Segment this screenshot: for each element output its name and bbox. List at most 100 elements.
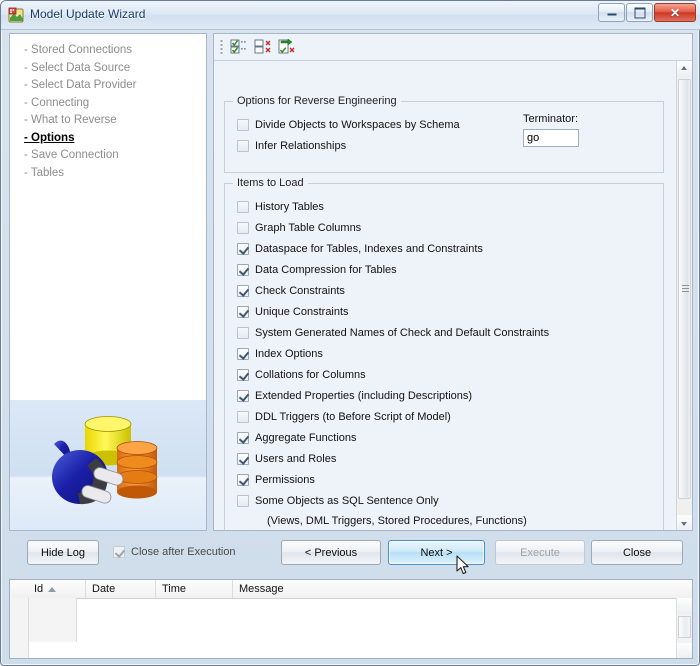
log-scrollbar-thumb[interactable] [678, 616, 691, 638]
item-to-load-box-13[interactable] [237, 473, 249, 486]
item-to-load-box-7[interactable] [237, 347, 249, 360]
toolbar-grip[interactable] [220, 39, 223, 56]
item-to-load-5[interactable]: Unique Constraints [237, 303, 349, 320]
item-to-load-box-4[interactable] [237, 284, 249, 297]
wizard-step-4: - What to Reverse [24, 114, 117, 126]
item-to-load-3[interactable]: Data Compression for Tables [237, 261, 397, 278]
log-row-header-column [10, 598, 29, 658]
item-to-load-box-11[interactable] [237, 431, 249, 444]
column-header-time[interactable]: Time [156, 580, 233, 598]
previous-button[interactable]: < Previous [281, 540, 381, 565]
item-to-load-8[interactable]: Collations for Columns [237, 366, 366, 383]
scrollbar-thumb[interactable] [678, 79, 691, 499]
close-after-execution-box[interactable] [113, 546, 125, 558]
log-empty-row [29, 598, 77, 642]
item-to-load-label-7: Index Options [255, 347, 323, 360]
reverse-option-label-1: Infer Relationships [255, 139, 347, 152]
uncheck-all-icon[interactable] [252, 37, 274, 57]
close-after-execution-label: Close after Execution [131, 546, 236, 558]
check-all-icon[interactable] [228, 37, 250, 57]
wizard-step-1: - Select Data Source [24, 61, 131, 74]
item-to-load-label-4: Check Constraints [255, 284, 345, 297]
invert-selection-icon[interactable] [276, 37, 298, 57]
column-header-id[interactable]: Id [28, 580, 86, 598]
item-to-load-0[interactable]: History Tables [237, 198, 324, 215]
item-to-load-box-9[interactable] [237, 389, 249, 402]
item-to-load-label-11: Aggregate Functions [255, 431, 357, 444]
hide-log-button[interactable]: Hide Log [27, 540, 99, 565]
items-to-load-group: Items to Load History Tables Graph Table … [224, 177, 664, 530]
item-to-load-label-13: Permissions [255, 473, 315, 486]
wizard-step-6: - Save Connection [24, 149, 119, 161]
item-to-load-4[interactable]: Check Constraints [237, 282, 345, 299]
item-to-load-6[interactable]: System Generated Names of Check and Defa… [237, 324, 549, 341]
options-content-panel: Options for Reverse Engineering Divide O… [213, 33, 693, 531]
column-header-message[interactable]: Message [233, 580, 692, 598]
scroll-up-arrow[interactable] [677, 61, 692, 77]
log-grid: Id Date Time Message [9, 579, 693, 659]
item-to-load-14[interactable]: Some Objects as SQL Sentence Only [237, 492, 439, 509]
terminator-label: Terminator: [523, 113, 579, 125]
item-to-load-label-14: Some Objects as SQL Sentence Only [255, 494, 439, 507]
database-plug-illustration [10, 400, 206, 530]
item-to-load-label-10: DDL Triggers (to Before Script of Model) [255, 410, 451, 423]
execute-button: Execute [495, 540, 585, 565]
wizard-steps-list: - Stored Connections - Select Data Source… [24, 42, 204, 182]
wizard-step-5: - Options [24, 131, 75, 144]
dialog-button-bar: Hide Log Close after Execution < Previou… [9, 535, 693, 573]
item-to-load-box-5[interactable] [237, 305, 249, 318]
item-to-load-box-14[interactable] [237, 494, 249, 507]
item-to-load-box-3[interactable] [237, 263, 249, 276]
next-button[interactable]: Next > [388, 540, 485, 565]
reverse-option-box-1[interactable] [237, 139, 249, 152]
close-window-button[interactable] [654, 3, 696, 22]
item-to-load-13[interactable]: Permissions [237, 471, 315, 488]
item-to-load-7[interactable]: Index Options [237, 345, 323, 362]
close-button[interactable]: Close [591, 540, 683, 565]
reverse-option-box-0[interactable] [237, 118, 249, 131]
reverse-engineering-group-title: Options for Reverse Engineering [233, 95, 401, 107]
item-to-load-label-9: Extended Properties (including Descripti… [255, 389, 473, 402]
item-to-load-box-1[interactable] [237, 221, 249, 234]
log-scrollbar[interactable] [676, 598, 692, 658]
item-to-load-box-6[interactable] [237, 326, 249, 339]
terminator-input[interactable] [523, 129, 579, 147]
window-title: Model Update Wizard [30, 7, 146, 21]
item-to-load-label-3: Data Compression for Tables [255, 263, 397, 276]
item-to-load-label-2: Dataspace for Tables, Indexes and Constr… [255, 242, 483, 255]
item-to-load-2[interactable]: Dataspace for Tables, Indexes and Constr… [237, 240, 483, 257]
item-to-load-label-0: History Tables [255, 200, 324, 213]
item-to-load-11[interactable]: Aggregate Functions [237, 429, 357, 446]
reverse-option-0[interactable]: Divide Objects to Workspaces by Schema [237, 116, 460, 133]
title-bar: Model Update Wizard [1, 1, 700, 30]
some-objects-sub-note: (Views, DML Triggers, Stored Procedures,… [267, 515, 527, 527]
minimize-button[interactable] [598, 3, 625, 22]
item-to-load-1[interactable]: Graph Table Columns [237, 219, 361, 236]
selection-toolbar [214, 34, 692, 61]
item-to-load-label-5: Unique Constraints [255, 305, 349, 318]
wizard-icon [8, 7, 24, 23]
close-after-execution-checkbox[interactable]: Close after Execution [113, 546, 236, 558]
model-update-wizard-window: Model Update Wizard - Stored Connections… [0, 0, 700, 666]
log-scroll-down-arrow[interactable] [677, 643, 692, 658]
wizard-step-3: - Connecting [24, 96, 90, 109]
log-scroll-up-arrow[interactable] [677, 598, 692, 614]
wizard-step-7: - Tables [24, 166, 65, 179]
item-to-load-label-1: Graph Table Columns [255, 221, 362, 234]
reverse-option-label-0: Divide Objects to Workspaces by Schema [255, 118, 460, 131]
item-to-load-9[interactable]: Extended Properties (including Descripti… [237, 387, 472, 404]
item-to-load-12[interactable]: Users and Roles [237, 450, 336, 467]
options-scrollbar[interactable] [676, 61, 692, 530]
item-to-load-box-8[interactable] [237, 368, 249, 381]
item-to-load-label-6: System Generated Names of Check and Defa… [255, 326, 550, 339]
scroll-down-arrow[interactable] [677, 515, 692, 530]
item-to-load-box-12[interactable] [237, 452, 249, 465]
item-to-load-box-10[interactable] [237, 410, 249, 423]
item-to-load-10[interactable]: DDL Triggers (to Before Script of Model) [237, 408, 451, 425]
maximize-button[interactable] [626, 3, 653, 22]
item-to-load-box-2[interactable] [237, 242, 249, 255]
item-to-load-box-0[interactable] [237, 200, 249, 213]
reverse-option-1[interactable]: Infer Relationships [237, 137, 346, 154]
item-to-load-label-12: Users and Roles [255, 452, 337, 465]
column-header-date[interactable]: Date [86, 580, 156, 598]
